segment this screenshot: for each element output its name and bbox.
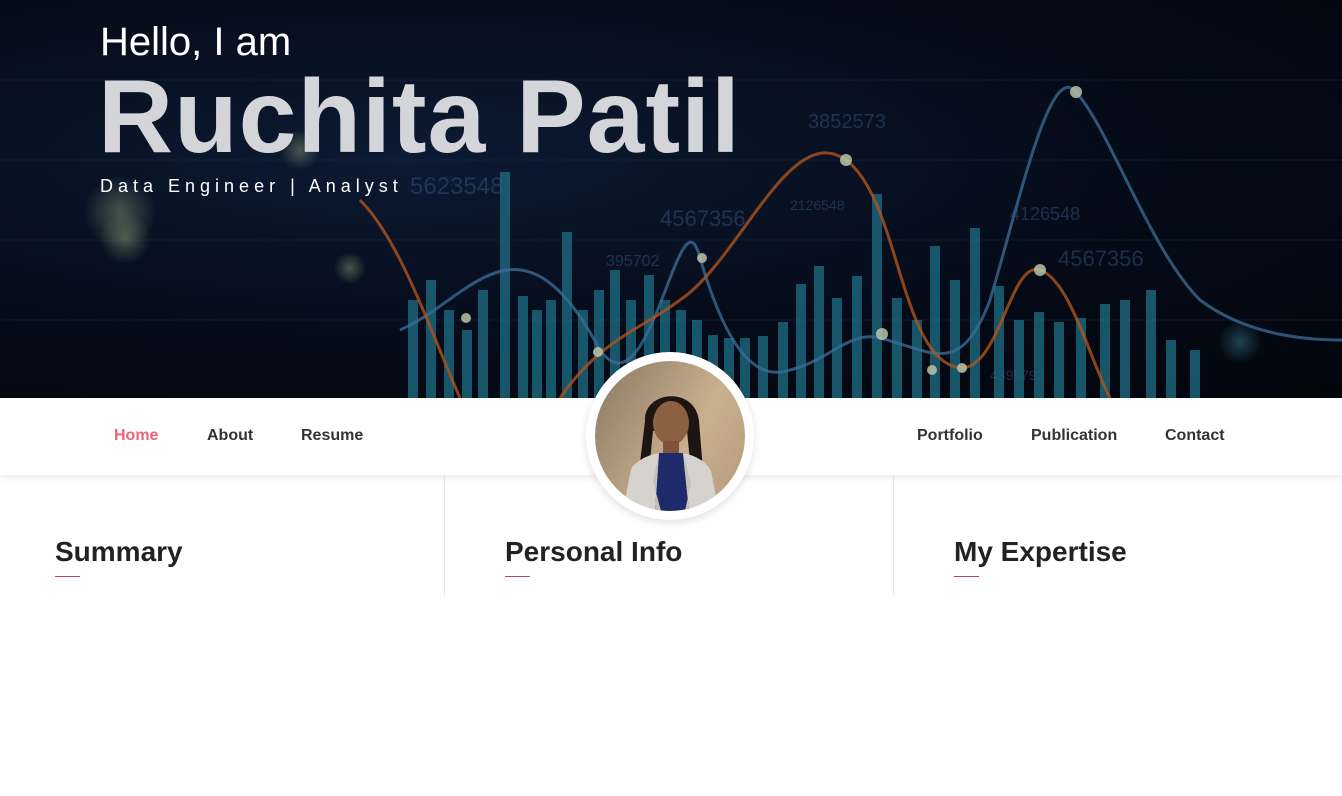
column-divider bbox=[444, 475, 445, 596]
bg-number: 4126548 bbox=[1010, 204, 1080, 224]
bg-number: 4567356 bbox=[1058, 246, 1144, 271]
personal-info-underline bbox=[505, 576, 530, 577]
bg-number: 4395792 bbox=[990, 367, 1045, 383]
nav-publication[interactable]: Publication bbox=[1031, 427, 1117, 445]
bg-number: 4567356 bbox=[660, 206, 746, 231]
my-expertise-underline bbox=[954, 576, 979, 577]
summary-underline bbox=[55, 576, 80, 577]
profile-avatar-frame bbox=[586, 352, 754, 520]
nav-portfolio[interactable]: Portfolio bbox=[917, 427, 983, 445]
hero-banner: 3852573 4126548 5623548 4567356 395702 2… bbox=[0, 0, 1342, 398]
hero-role: Data Engineer | Analyst bbox=[100, 176, 403, 196]
nav-contact[interactable]: Contact bbox=[1165, 427, 1225, 445]
hero-name: Ruchita Patil bbox=[98, 59, 741, 175]
bg-number: 2126548 bbox=[790, 197, 845, 213]
nav-resume[interactable]: Resume bbox=[301, 427, 363, 445]
nav-about[interactable]: About bbox=[207, 427, 253, 445]
my-expertise-heading: My Expertise bbox=[954, 536, 1127, 567]
nav-home[interactable]: Home bbox=[114, 427, 158, 445]
summary-heading: Summary bbox=[55, 536, 183, 567]
bg-number: 5623548 bbox=[410, 173, 503, 200]
profile-photo bbox=[623, 396, 719, 511]
personal-info-heading: Personal Info bbox=[505, 536, 683, 567]
bg-number: 3852573 bbox=[808, 111, 886, 133]
bg-number: 395702 bbox=[606, 253, 659, 270]
column-divider bbox=[893, 475, 894, 596]
profile-avatar bbox=[595, 361, 745, 511]
